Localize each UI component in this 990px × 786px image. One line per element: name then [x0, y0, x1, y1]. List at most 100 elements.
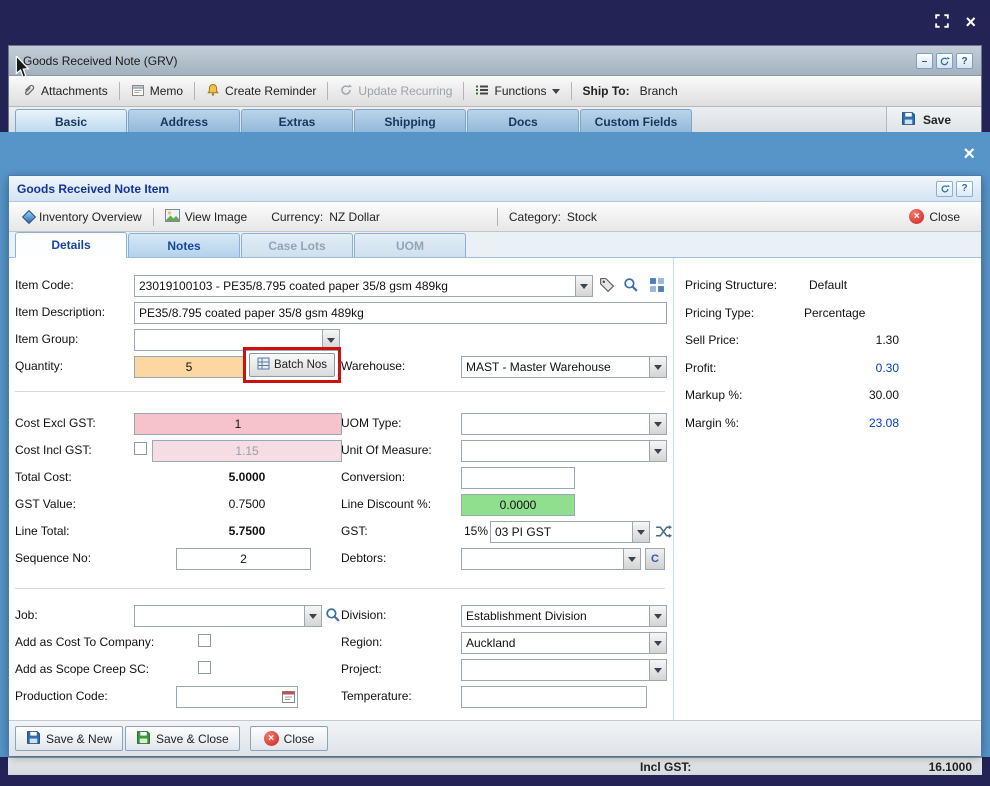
- margin-value: 23.08: [799, 416, 899, 430]
- grv-tabstrip: Basic Address Extras Shipping Docs Custo…: [9, 107, 981, 133]
- gst-value: 0.7500: [152, 497, 342, 511]
- chevron-down-icon[interactable]: [575, 276, 592, 296]
- save-close-button[interactable]: Save & Close: [125, 726, 240, 751]
- item-group-combo[interactable]: [134, 329, 340, 351]
- conversion-input[interactable]: [461, 467, 575, 489]
- unit-of-measure-label: Unit Of Measure:: [341, 443, 432, 457]
- view-image-button[interactable]: View Image: [156, 205, 256, 229]
- chevron-down-icon[interactable]: [649, 357, 666, 377]
- cost-excl-label: Cost Excl GST:: [15, 416, 96, 430]
- markup-value: 30.00: [799, 388, 899, 402]
- help-button[interactable]: ?: [956, 53, 973, 69]
- refresh-button[interactable]: [936, 53, 953, 69]
- region-combo[interactable]: Auckland: [461, 632, 667, 654]
- attachments-button[interactable]: Attachments: [13, 79, 117, 103]
- tab-details[interactable]: Details: [15, 232, 127, 258]
- dialog-toolbar-close-button[interactable]: × Close: [900, 205, 969, 229]
- job-label: Job:: [15, 608, 38, 622]
- batch-grid-icon: [257, 357, 270, 373]
- tab-notes[interactable]: Notes: [128, 233, 240, 257]
- debtors-label: Debtors:: [341, 551, 386, 565]
- add-cost-checkbox[interactable]: [198, 634, 211, 647]
- item-code-combo[interactable]: 23019100103 - PE35/8.795 coated paper 35…: [134, 275, 593, 297]
- batch-nos-button[interactable]: Batch Nos: [249, 353, 335, 377]
- create-reminder-button[interactable]: Create Reminder: [197, 79, 325, 103]
- tab-basic[interactable]: Basic: [15, 109, 127, 133]
- cost-excl-gst-input[interactable]: 1: [134, 413, 342, 435]
- gst-code-combo[interactable]: 03 PI GST: [490, 521, 650, 543]
- warehouse-combo[interactable]: MAST - Master Warehouse: [461, 356, 667, 378]
- project-combo[interactable]: [461, 659, 667, 681]
- restore-window-icon[interactable]: [935, 14, 949, 31]
- desktop-titlebar: ×: [0, 0, 990, 45]
- close-circle-icon: ×: [264, 731, 279, 746]
- save-new-button[interactable]: Save & New: [15, 726, 123, 751]
- save-floppy-icon: [901, 111, 916, 129]
- chevron-down-icon[interactable]: [623, 549, 640, 569]
- tag-icon[interactable]: [599, 277, 615, 293]
- margin-label: Margin %:: [685, 416, 739, 430]
- line-total-label: Line Total:: [15, 524, 70, 538]
- memo-button[interactable]: Memo: [122, 79, 192, 103]
- chevron-down-icon[interactable]: [304, 606, 321, 626]
- profit-label: Profit:: [685, 361, 716, 375]
- chevron-down-icon[interactable]: [649, 633, 666, 653]
- unit-of-measure-combo[interactable]: [461, 440, 667, 462]
- chevron-down-icon[interactable]: [632, 522, 649, 542]
- pricing-structure-label: Pricing Structure:: [685, 278, 777, 292]
- total-cost-value: 5.0000: [152, 470, 342, 484]
- division-label: Division:: [341, 608, 386, 622]
- sell-price-label: Sell Price:: [685, 333, 739, 347]
- dialog-help-button[interactable]: ?: [956, 181, 973, 197]
- pricing-structure-value: Default: [809, 278, 847, 292]
- search-icon[interactable]: [623, 277, 639, 293]
- category-value: Stock: [567, 210, 597, 224]
- tab-address[interactable]: Address: [128, 109, 240, 133]
- ship-to-value[interactable]: Branch: [640, 84, 678, 98]
- chevron-down-icon[interactable]: [649, 660, 666, 680]
- dialog-refresh-button[interactable]: [936, 181, 953, 197]
- tab-extras[interactable]: Extras: [241, 109, 353, 133]
- uom-type-combo[interactable]: [461, 413, 667, 435]
- add-cost-label: Add as Cost To Company:: [15, 635, 154, 649]
- modal-close-icon[interactable]: ×: [963, 144, 975, 164]
- pricing-type-label: Pricing Type:: [685, 306, 754, 320]
- dialog-close-button[interactable]: × Close: [250, 726, 328, 751]
- add-scope-checkbox[interactable]: [198, 661, 211, 674]
- tab-custom-fields[interactable]: Custom Fields: [580, 109, 692, 133]
- divider: [673, 258, 674, 720]
- calendar-icon[interactable]: [282, 690, 295, 706]
- item-description-input[interactable]: PE35/8.795 coated paper 35/8 gsm 489kg: [134, 302, 667, 324]
- dialog-title: Goods Received Note Item: [17, 182, 169, 196]
- debtors-c-button[interactable]: C: [645, 548, 665, 570]
- sequence-no-input[interactable]: 2: [176, 548, 311, 570]
- chevron-down-icon[interactable]: [649, 414, 666, 434]
- close-icon[interactable]: ×: [965, 13, 976, 31]
- dialog-header: Goods Received Note Item ?: [9, 176, 981, 202]
- chevron-down-icon[interactable]: [322, 330, 339, 350]
- save-button[interactable]: Save: [886, 107, 981, 133]
- gst-swap-icon[interactable]: [655, 524, 672, 539]
- tab-shipping[interactable]: Shipping: [354, 109, 466, 133]
- debtors-combo[interactable]: [461, 548, 641, 570]
- functions-menu-button[interactable]: Functions: [466, 79, 568, 103]
- division-combo[interactable]: Establishment Division: [461, 605, 667, 627]
- tab-docs[interactable]: Docs: [467, 109, 579, 133]
- modal-overlay: × Goods Received Note Item ? Inventory O…: [0, 132, 990, 757]
- inventory-overview-button[interactable]: Inventory Overview: [15, 205, 151, 229]
- job-search-icon[interactable]: [325, 607, 341, 623]
- chevron-down-icon[interactable]: [649, 606, 666, 626]
- grv-titlebar[interactable]: Goods Received Note (GRV) – ?: [9, 46, 981, 76]
- memo-icon: [131, 83, 145, 100]
- job-combo[interactable]: [134, 605, 322, 627]
- item-lookup-grid-icon[interactable]: [649, 277, 665, 293]
- line-discount-input[interactable]: 0.0000: [461, 494, 575, 516]
- quantity-input[interactable]: 5: [134, 356, 244, 378]
- close-circle-icon: ×: [909, 209, 924, 224]
- cost-incl-gst-checkbox[interactable]: [134, 442, 147, 455]
- production-code-input[interactable]: [176, 686, 298, 708]
- chevron-down-icon[interactable]: [649, 441, 666, 461]
- temperature-input[interactable]: [461, 686, 647, 708]
- minimize-button[interactable]: –: [916, 53, 933, 69]
- currency-value: NZ Dollar: [329, 210, 380, 224]
